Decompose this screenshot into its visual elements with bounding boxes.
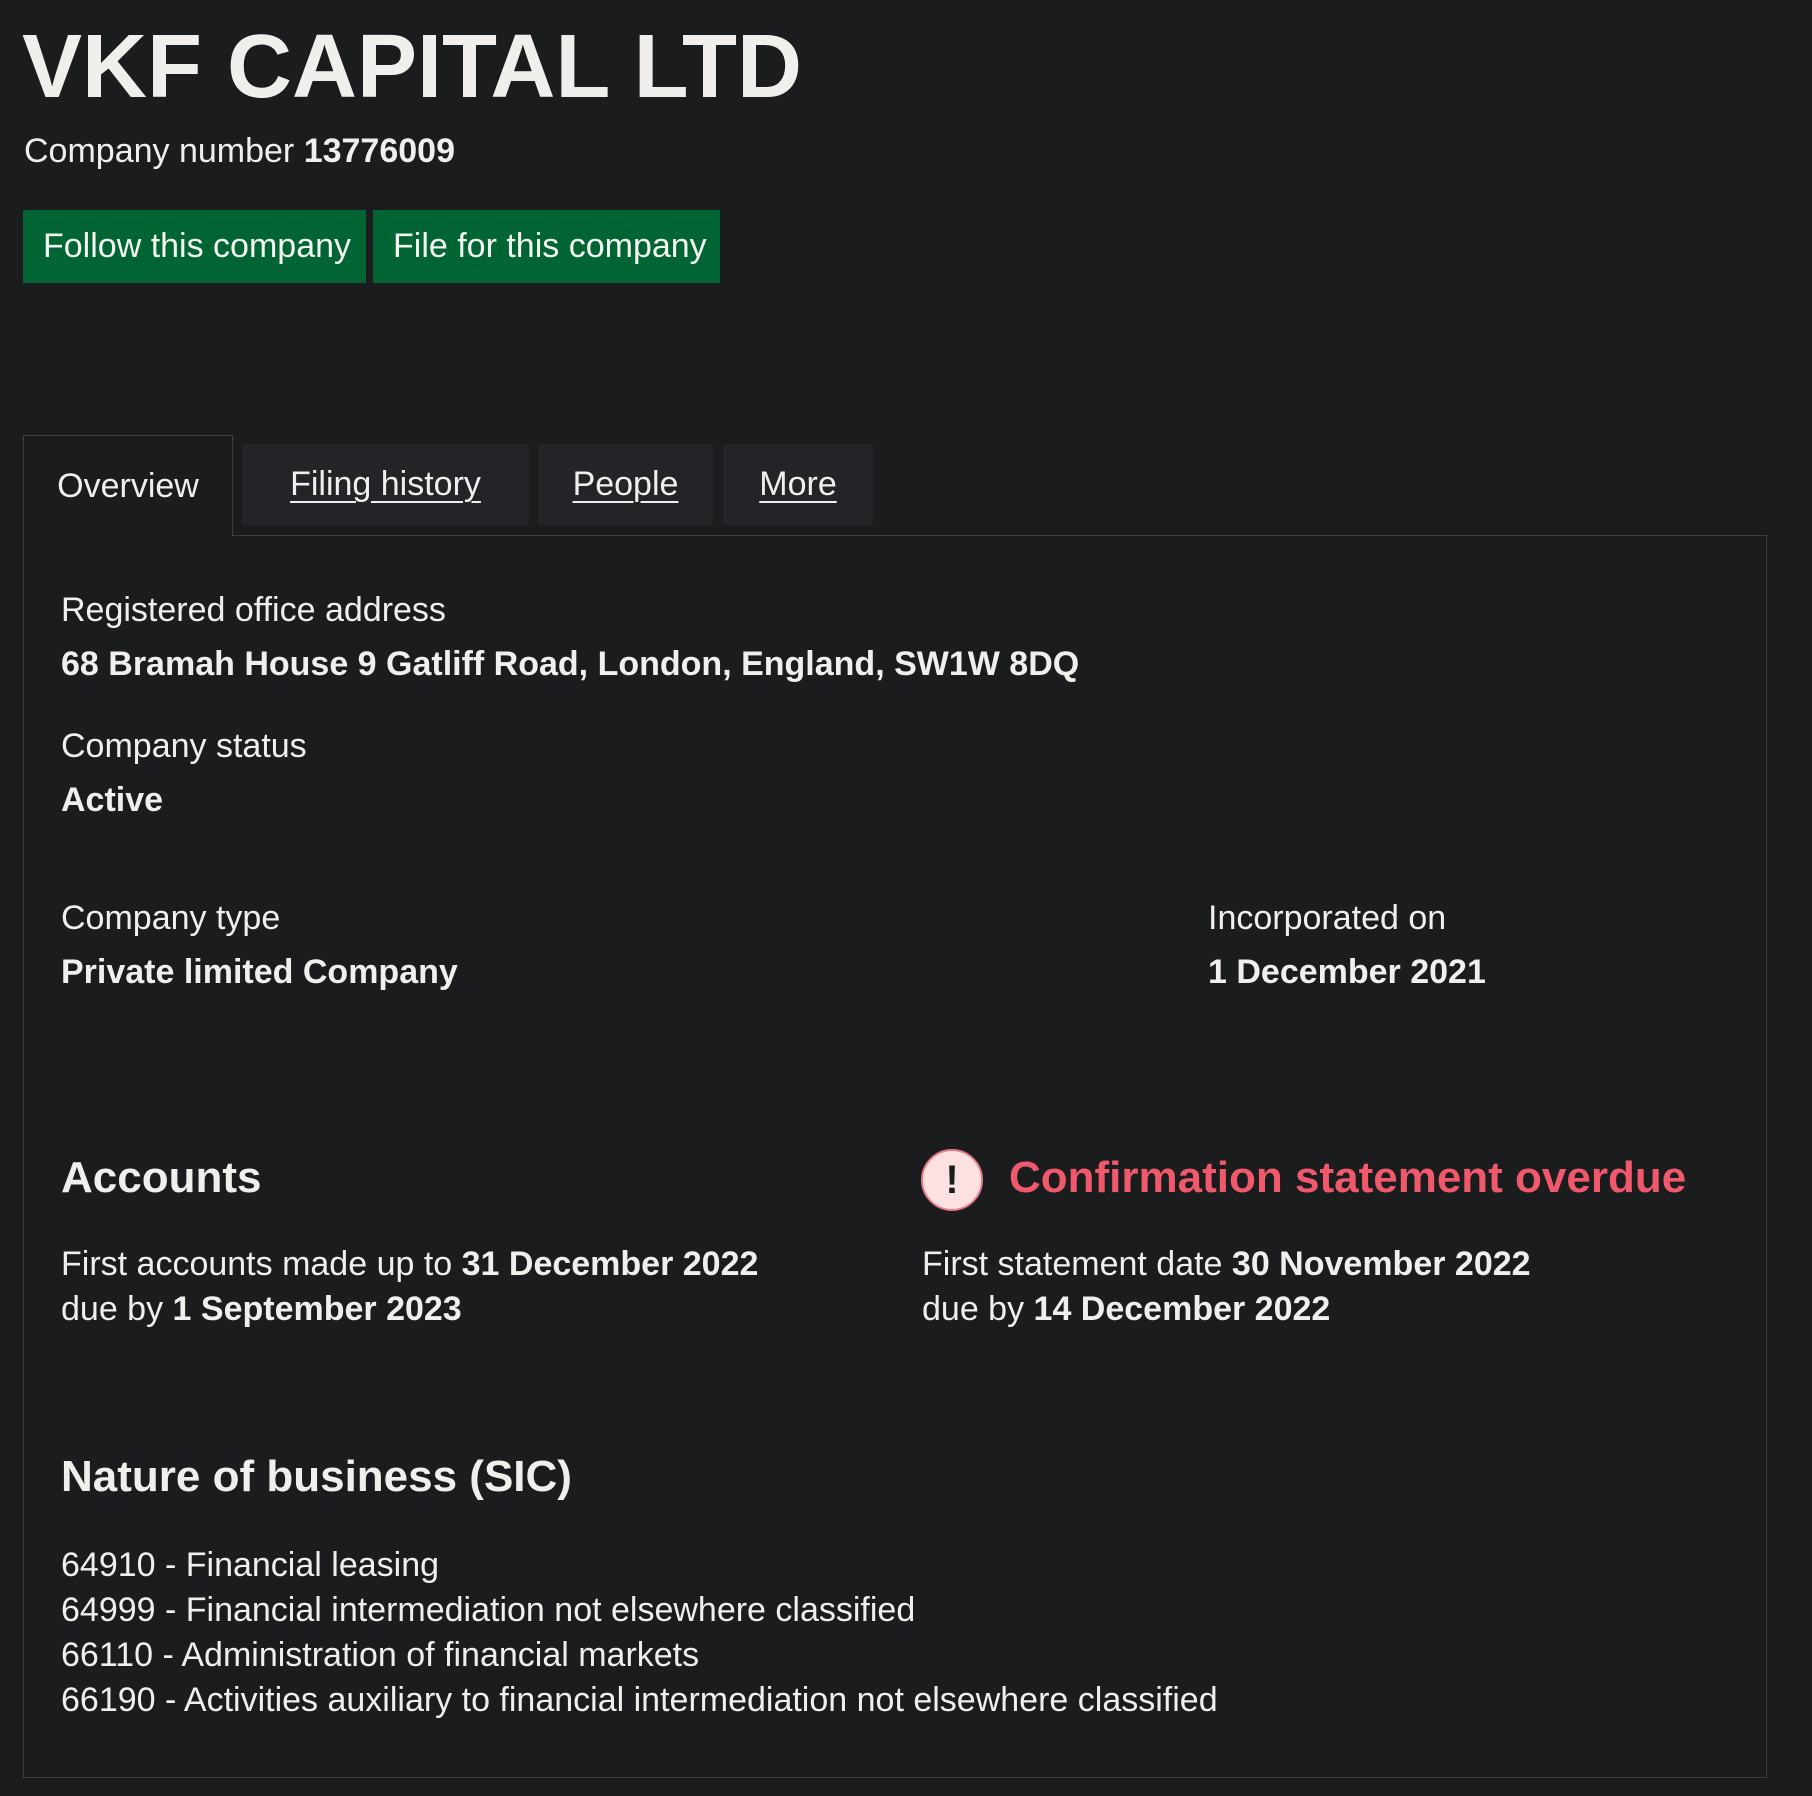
tab-more-label: More [759,465,837,503]
company-number: Company number 13776009 [24,132,455,171]
tab-people-label: People [572,465,679,503]
tab-people[interactable]: People [538,444,713,525]
company-type-value: Private limited Company [61,953,458,991]
registered-office-value: 68 Bramah House 9 Gatliff Road, London, … [61,645,1080,683]
file-for-company-button[interactable]: File for this company [373,210,720,283]
accounts-heading: Accounts [61,1153,262,1202]
warning-icon: ! [921,1149,983,1211]
follow-company-button[interactable]: Follow this company [23,210,366,283]
tab-filing-history-label: Filing history [290,465,481,503]
sic-item: 64910 - Financial leasing [61,1546,440,1584]
first-statement-prefix: First statement date [922,1245,1223,1283]
accounts-due-prefix: due by [61,1290,164,1328]
accounts-due-line: due by 1 September 2023 [61,1290,462,1329]
confirmation-due-line: due by 14 December 2022 [922,1290,1330,1329]
sic-list: 64910 - Financial leasing 64999 - Financ… [61,1543,1218,1723]
company-number-label: Company number [24,132,295,170]
company-name-heading: VKF CAPITAL LTD [22,17,802,117]
company-overview-page: VKF CAPITAL LTD Company number 13776009 … [0,0,1812,1796]
confirmation-due-prefix: due by [922,1290,1025,1328]
first-accounts-line: First accounts made up to 31 December 20… [61,1245,758,1284]
accounts-due-date: 1 September 2023 [172,1290,462,1328]
first-accounts-date: 31 December 2022 [461,1245,759,1283]
sic-item: 66190 - Activities auxiliary to financia… [61,1681,1218,1719]
company-status-label: Company status [61,727,307,765]
confirmation-overdue-heading: Confirmation statement overdue [1009,1153,1687,1202]
first-accounts-prefix: First accounts made up to [61,1245,453,1283]
sic-item: 64999 - Financial intermediation not els… [61,1591,916,1629]
incorporated-on-value: 1 December 2021 [1208,953,1486,991]
tab-overview-label: Overview [57,467,199,505]
sic-item: 66110 - Administration of financial mark… [61,1636,700,1674]
first-statement-line: First statement date 30 November 2022 [922,1245,1531,1284]
company-status-value: Active [61,781,164,819]
tab-overview[interactable]: Overview [23,435,233,536]
confirmation-due-date: 14 December 2022 [1033,1290,1331,1328]
tab-filing-history[interactable]: Filing history [242,444,529,525]
registered-office-label: Registered office address [61,591,446,629]
company-number-value: 13776009 [303,132,455,170]
incorporated-on-label: Incorporated on [1208,899,1447,937]
sic-heading: Nature of business (SIC) [61,1452,572,1501]
tab-more[interactable]: More [723,444,873,525]
company-type-label: Company type [61,899,281,937]
first-statement-date: 30 November 2022 [1231,1245,1531,1283]
